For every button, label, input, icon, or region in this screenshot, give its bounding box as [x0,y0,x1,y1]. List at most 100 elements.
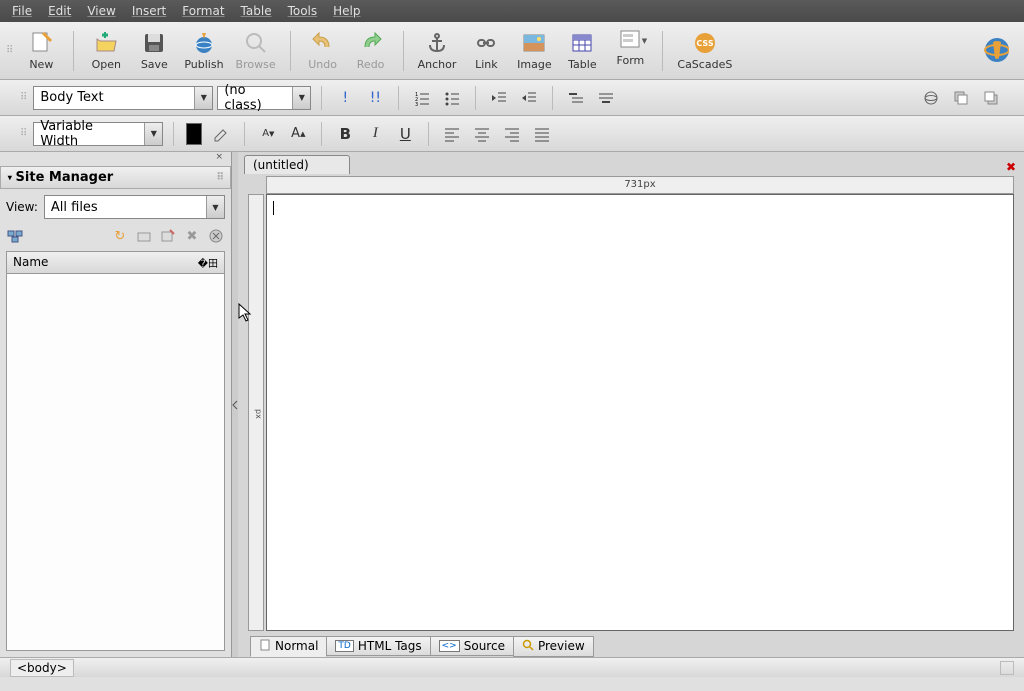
page-icon [259,639,271,654]
open-button[interactable]: Open [84,25,128,77]
sites-icon[interactable] [6,227,24,245]
grip-icon: ⠿ [216,172,224,183]
view-label: View: [6,200,38,214]
view-combo[interactable]: All files ▼ [44,195,225,219]
menu-file[interactable]: File [4,2,40,20]
separator [398,86,399,110]
grip-icon: ⠿ [20,92,25,103]
separator [173,122,174,146]
font-family-combo[interactable]: Variable Width ▼ [33,122,163,146]
text-color-button[interactable] [186,123,202,145]
svg-text:3: 3 [415,102,418,106]
undo-icon [310,30,336,56]
separator [475,86,476,110]
align-left-button[interactable] [439,122,465,146]
menu-view[interactable]: View [79,2,123,20]
open-icon [93,30,119,56]
bold-button[interactable]: B [332,122,358,146]
status-bar: <body> [0,657,1024,677]
link-button[interactable]: Link [464,25,508,77]
cascades-icon: CSS [692,30,718,56]
sidebar-toolbar: ↻ ✖ [0,225,231,247]
menu-help[interactable]: Help [325,2,368,20]
chevron-down-icon: ▼ [206,196,224,218]
view-tab-preview[interactable]: Preview [513,636,594,657]
menu-tools[interactable]: Tools [280,2,326,20]
column-picker-icon[interactable]: �田 [198,255,218,270]
chevron-down-icon: ▼ [194,87,212,109]
definition-term-button[interactable] [563,86,589,110]
chevron-down-icon: ▼ [144,123,162,145]
new-button[interactable]: New [19,25,63,77]
paragraph-format-combo[interactable]: Body Text ▼ [33,86,213,110]
outdent-button[interactable] [486,86,512,110]
app-throbber [974,25,1018,77]
save-icon [141,30,167,56]
browse-button[interactable]: Browse [232,25,280,77]
separator [662,31,663,71]
image-button[interactable]: Image [512,25,556,77]
rename-icon[interactable] [159,227,177,245]
double-exclaim-button[interactable]: !! [362,86,388,110]
status-element-path[interactable]: <body> [10,659,74,677]
document-tab[interactable]: (untitled) [244,155,350,174]
menu-edit[interactable]: Edit [40,2,79,20]
editor-canvas[interactable] [266,194,1014,631]
horizontal-ruler: 731px [266,176,1014,194]
align-center-button[interactable] [469,122,495,146]
menu-bar: File Edit View Insert Format Table Tools… [0,0,1024,22]
redo-button[interactable]: Redo [349,25,393,77]
undo-button[interactable]: Undo [301,25,345,77]
stop-icon[interactable] [207,227,225,245]
delete-icon[interactable]: ✖ [183,227,201,245]
svg-text:CSS: CSS [696,39,713,48]
layer-front-button[interactable] [978,86,1004,110]
main-area: × Site Manager ⠿ View: All files ▼ ↻ ✖ N… [0,152,1024,657]
menu-format[interactable]: Format [174,2,232,20]
close-tab-button[interactable]: ✖ [1006,160,1024,174]
layer-back-button[interactable] [948,86,974,110]
redo-icon [358,30,384,56]
align-justify-button[interactable] [529,122,555,146]
class-combo[interactable]: (no class) ▼ [217,86,311,110]
new-folder-icon[interactable] [135,227,153,245]
underline-button[interactable]: U [392,122,418,146]
highlight-color-button[interactable] [208,122,234,146]
table-button[interactable]: Table [560,25,604,77]
increase-font-button[interactable]: A▲ [285,122,311,146]
view-tab-html[interactable]: TD HTML Tags [326,636,430,656]
resize-grip[interactable] [1000,661,1014,675]
definition-desc-button[interactable] [593,86,619,110]
italic-button[interactable]: I [362,122,388,146]
view-tab-source[interactable]: <> Source [430,636,514,656]
file-list[interactable] [6,274,225,651]
publish-button[interactable]: Publish [180,25,227,77]
cascades-button[interactable]: CSS CaScadeS [673,25,736,77]
align-right-button[interactable] [499,122,525,146]
unordered-list-button[interactable] [439,86,465,110]
grip-icon: ⠿ [6,45,11,56]
save-button[interactable]: Save [132,25,176,77]
file-list-header[interactable]: Name �田 [6,251,225,274]
decrease-font-button[interactable]: A▼ [255,122,281,146]
refresh-icon[interactable]: ↻ [111,227,129,245]
ordered-list-button[interactable]: 123 [409,86,435,110]
globe-small-icon[interactable] [918,86,944,110]
separator [428,122,429,146]
form-button[interactable]: Form ▼ [608,25,652,77]
menu-table[interactable]: Table [233,2,280,20]
view-tab-normal[interactable]: Normal [250,636,327,657]
sidebar-close-button[interactable]: × [0,152,231,166]
indent-button[interactable] [516,86,542,110]
site-manager-header[interactable]: Site Manager ⠿ [0,166,231,189]
separator [290,31,291,71]
view-selector-row: View: All files ▼ [0,189,231,225]
chevron-down-icon: ▼ [642,37,647,45]
single-exclaim-button[interactable]: ! [332,86,358,110]
text-cursor [273,201,274,215]
new-icon [28,30,54,56]
anchor-button[interactable]: Anchor [414,25,461,77]
menu-insert[interactable]: Insert [124,2,174,20]
separator [321,86,322,110]
image-icon [521,30,547,56]
